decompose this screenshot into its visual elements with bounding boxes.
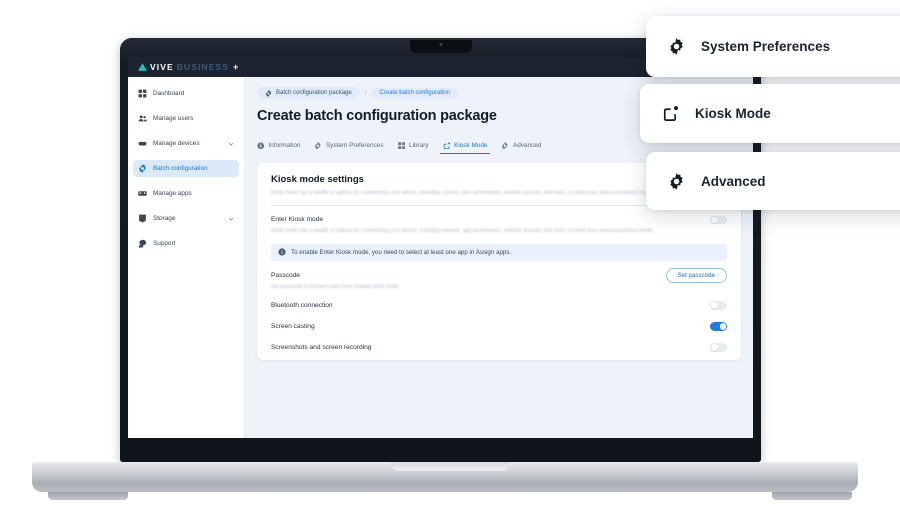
gear-icon xyxy=(502,141,508,149)
tab-kiosk-mode[interactable]: Kiosk Mode xyxy=(439,141,491,155)
laptop-mockup: VIVE BUSINESS + Dashboard Manage users M… xyxy=(0,0,900,522)
support-icon xyxy=(138,239,147,248)
logo-secondary-text: BUSINESS xyxy=(176,62,230,72)
tab-advanced[interactable]: Advanced xyxy=(501,141,542,155)
tab-label: Advanced xyxy=(512,141,542,149)
tab-information[interactable]: Information xyxy=(257,142,300,155)
sidebar-item-storage[interactable]: Storage xyxy=(133,210,239,227)
sidebar-item-label: Manage devices xyxy=(153,140,200,147)
sidebar-item-label: Manage apps xyxy=(153,190,192,197)
toggle-knob xyxy=(711,344,718,351)
set-passcode-button[interactable]: Set passcode xyxy=(665,267,727,283)
gear-icon xyxy=(139,164,146,173)
bluetooth-connection-toggle[interactable] xyxy=(710,301,727,310)
sidebar-item-label: Support xyxy=(153,240,176,247)
vive-triangle-mark-icon xyxy=(138,63,147,71)
laptop-foot-left xyxy=(48,492,128,500)
sidebar-item-manage-apps[interactable]: Manage apps xyxy=(133,185,239,202)
grid-icon xyxy=(397,141,405,149)
webcam-icon xyxy=(439,43,442,46)
setting-row-passcode: Passcode Set passcode xyxy=(271,267,727,283)
setting-label: Enter Kiosk mode xyxy=(271,216,324,224)
sidebar-item-dashboard[interactable]: Dashboard xyxy=(133,85,239,102)
floating-card-label: Kiosk Mode xyxy=(695,106,771,121)
laptop-foot-right xyxy=(772,492,852,500)
tab-system-preferences[interactable]: System Preferences xyxy=(314,141,384,155)
sidebar-item-label: Storage xyxy=(153,215,176,222)
tab-label: Library xyxy=(409,141,429,149)
floating-card-label: System Preferences xyxy=(701,39,831,54)
breadcrumb-label: Batch configuration package xyxy=(276,90,352,96)
setting-row-enter-kiosk: Enter Kiosk mode xyxy=(271,213,727,227)
info-banner: To enable Enter Kiosk mode, you need to … xyxy=(271,243,727,261)
info-icon xyxy=(257,141,265,149)
toggle-knob xyxy=(711,302,718,309)
breadcrumb-item-package[interactable]: Batch configuration package xyxy=(257,87,360,99)
kiosk-icon xyxy=(443,141,450,149)
logo-primary-text: VIVE xyxy=(150,62,174,72)
webcam-notch xyxy=(409,40,472,53)
gear-icon xyxy=(265,89,272,97)
toggle-knob xyxy=(711,216,718,224)
tab-label: Kiosk Mode xyxy=(454,141,488,149)
info-banner-text: To enable Enter Kiosk mode, you need to … xyxy=(291,248,512,256)
breadcrumb-label: Create batch configuration xyxy=(379,90,450,96)
gear-icon xyxy=(670,172,683,190)
sidebar-item-support[interactable]: Support xyxy=(133,235,239,252)
screen-casting-toggle[interactable] xyxy=(710,322,727,331)
screenshots-recording-toggle[interactable] xyxy=(710,343,727,352)
chevron-down-icon[interactable] xyxy=(228,216,234,222)
kiosk-icon xyxy=(663,106,679,121)
setting-row-screenshots: Screenshots and screen recording xyxy=(271,341,727,355)
breadcrumb-item-create[interactable]: Create batch configuration xyxy=(371,87,458,99)
floating-card-system-preferences[interactable]: System Preferences xyxy=(646,16,900,77)
tab-library[interactable]: Library xyxy=(397,141,429,155)
gear-icon xyxy=(670,38,683,55)
passcode-description: Set passcode to prevent users from leavi… xyxy=(271,283,400,290)
setting-label: Screenshots and screen recording xyxy=(271,344,372,352)
users-icon xyxy=(138,115,147,122)
laptop-base-notch xyxy=(391,462,509,471)
enter-kiosk-toggle[interactable] xyxy=(710,215,727,225)
floating-card-label: Advanced xyxy=(701,173,766,189)
setting-label: Bluetooth connection xyxy=(271,302,333,310)
setting-label: Passcode xyxy=(271,271,300,279)
breadcrumb-separator: / xyxy=(364,89,367,97)
floating-card-kiosk-mode[interactable]: Kiosk Mode xyxy=(640,84,900,143)
storage-icon xyxy=(139,214,146,223)
floating-card-advanced[interactable]: Advanced xyxy=(646,152,900,210)
toggle-knob xyxy=(719,323,726,330)
info-icon xyxy=(278,248,286,256)
devices-icon xyxy=(138,141,147,146)
setting-label: Screen casting xyxy=(271,323,315,331)
setting-row-screen-casting: Screen casting xyxy=(271,320,727,334)
sidebar-item-label: Manage users xyxy=(153,115,194,122)
sidebar: Dashboard Manage users Manage devices Ba… xyxy=(128,77,245,438)
tab-label: System Preferences xyxy=(325,141,384,149)
enter-kiosk-description: Kiosk mode has a wealth of options for c… xyxy=(271,227,655,234)
sidebar-item-manage-devices[interactable]: Manage devices xyxy=(133,135,239,152)
setting-row-bluetooth: Bluetooth connection xyxy=(271,299,727,313)
tab-label: Information xyxy=(268,141,301,149)
sidebar-item-label: Batch configuration xyxy=(153,165,208,172)
vive-business-logo[interactable]: VIVE BUSINESS + xyxy=(138,62,238,72)
apps-icon xyxy=(138,191,147,196)
sidebar-item-label: Dashboard xyxy=(153,90,185,97)
logo-plus-text: + xyxy=(233,62,239,72)
chevron-down-icon[interactable] xyxy=(228,141,234,147)
gear-icon xyxy=(315,141,321,149)
sidebar-item-batch-configuration[interactable]: Batch configuration xyxy=(133,160,239,177)
dashboard-icon xyxy=(138,89,147,98)
sidebar-item-manage-users[interactable]: Manage users xyxy=(133,110,239,127)
